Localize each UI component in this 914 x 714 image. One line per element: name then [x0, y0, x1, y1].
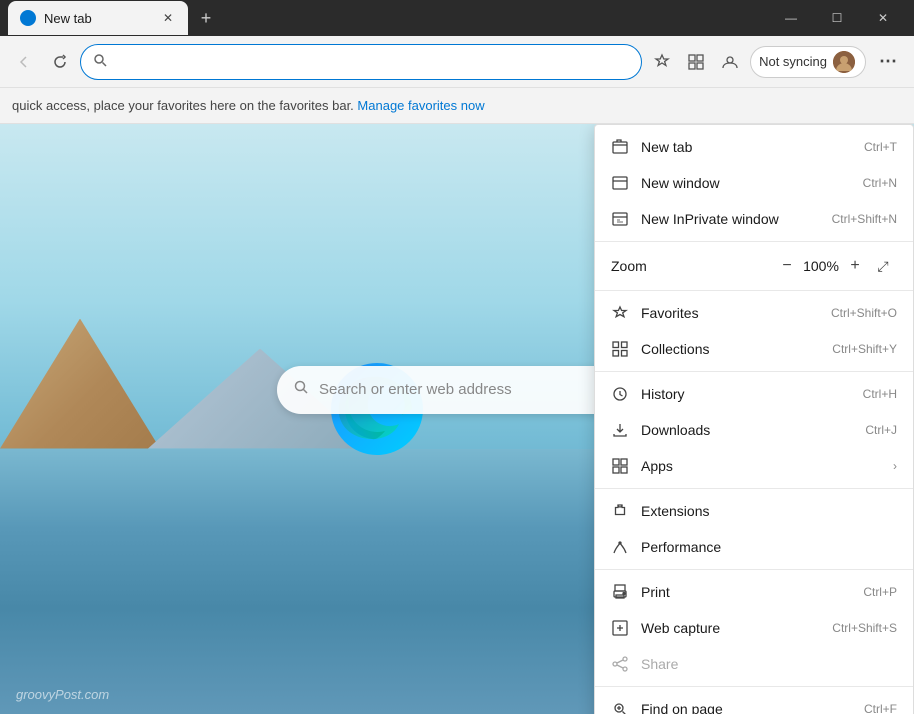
extensions-label: Extensions	[641, 503, 897, 519]
zoom-expand-button[interactable]: ⤢	[869, 252, 897, 280]
collections-shortcut: Ctrl+Shift+Y	[832, 342, 897, 356]
search-box[interactable]: Search or enter web address	[277, 366, 637, 414]
collections-icon	[611, 340, 629, 358]
nav-bar: Not syncing ⋯	[0, 36, 914, 88]
share-icon	[611, 655, 629, 673]
print-icon	[611, 583, 629, 601]
divider-3	[595, 371, 913, 372]
zoom-plus-button[interactable]: +	[841, 252, 869, 280]
favorites-bar-text: quick access, place your favorites here …	[12, 98, 354, 113]
web-capture-label: Web capture	[641, 620, 820, 636]
menu-item-extensions[interactable]: Extensions	[595, 493, 913, 529]
menu-item-new-inprivate[interactable]: New InPrivate window Ctrl+Shift+N	[595, 201, 913, 237]
divider-6	[595, 686, 913, 687]
nav-icons	[646, 46, 746, 78]
favorites-shortcut: Ctrl+Shift+O	[831, 306, 897, 320]
share-label: Share	[641, 656, 897, 672]
apps-arrow: ›	[893, 459, 897, 473]
apps-label: Apps	[641, 458, 869, 474]
menu-item-find-on-page[interactable]: Find on page Ctrl+F	[595, 691, 913, 714]
new-tab-shortcut: Ctrl+T	[864, 140, 897, 154]
menu-item-web-capture[interactable]: Web capture Ctrl+Shift+S	[595, 610, 913, 646]
profile-button[interactable]	[714, 46, 746, 78]
find-on-page-label: Find on page	[641, 701, 852, 714]
menu-item-favorites[interactable]: Favorites Ctrl+Shift+O	[595, 295, 913, 331]
divider-4	[595, 488, 913, 489]
downloads-label: Downloads	[641, 422, 853, 438]
divider-1	[595, 241, 913, 242]
menu-item-print[interactable]: Print Ctrl+P	[595, 574, 913, 610]
minimize-button[interactable]: —	[768, 0, 814, 36]
zoom-label: Zoom	[611, 258, 773, 274]
favorites-label: Favorites	[641, 305, 819, 321]
findonpage-icon	[611, 700, 629, 714]
downloads-icon	[611, 421, 629, 439]
inprivate-icon	[611, 210, 629, 228]
history-shortcut: Ctrl+H	[863, 387, 897, 401]
web-capture-shortcut: Ctrl+Shift+S	[832, 621, 897, 635]
new-window-shortcut: Ctrl+N	[863, 176, 897, 190]
menu-item-collections[interactable]: Collections Ctrl+Shift+Y	[595, 331, 913, 367]
context-menu: New tab Ctrl+T New window Ctrl+N	[594, 124, 914, 714]
tab-favicon	[20, 10, 36, 26]
divider-5	[595, 569, 913, 570]
sync-label: Not syncing	[759, 54, 827, 69]
new-inprivate-label: New InPrivate window	[641, 211, 820, 227]
menu-item-new-tab[interactable]: New tab Ctrl+T	[595, 129, 913, 165]
zoom-value: 100%	[801, 258, 841, 274]
back-button[interactable]	[8, 46, 40, 78]
history-icon	[611, 385, 629, 403]
close-button[interactable]: ✕	[860, 0, 906, 36]
new-inprivate-shortcut: Ctrl+Shift+N	[832, 212, 897, 226]
menu-item-share: Share	[595, 646, 913, 682]
active-tab[interactable]: New tab ✕	[8, 1, 188, 35]
history-label: History	[641, 386, 851, 402]
tab-title: New tab	[44, 11, 152, 26]
avatar	[833, 51, 855, 73]
main-area: Search or enter web address groovyPost.c…	[0, 124, 914, 714]
sync-button[interactable]: Not syncing	[750, 46, 866, 78]
search-icon	[93, 53, 107, 70]
url-input[interactable]	[115, 54, 629, 70]
favorites-bar: quick access, place your favorites here …	[0, 88, 914, 124]
performance-label: Performance	[641, 539, 897, 555]
tab-close-button[interactable]: ✕	[160, 10, 176, 26]
performance-icon	[611, 538, 629, 556]
address-bar[interactable]	[80, 44, 642, 80]
maximize-button[interactable]: ☐	[814, 0, 860, 36]
extensions-icon	[611, 502, 629, 520]
menu-item-new-window[interactable]: New window Ctrl+N	[595, 165, 913, 201]
tab-icon	[611, 138, 629, 156]
new-tab-label: New tab	[641, 139, 852, 155]
title-bar: New tab ✕ + — ☐ ✕	[0, 0, 914, 36]
zoom-row: Zoom − 100% + ⤢	[595, 246, 913, 286]
find-on-page-shortcut: Ctrl+F	[864, 702, 897, 714]
print-shortcut: Ctrl+P	[863, 585, 897, 599]
apps-icon	[611, 457, 629, 475]
menu-item-apps[interactable]: Apps ›	[595, 448, 913, 484]
collections-button[interactable]	[680, 46, 712, 78]
favorites-star-button[interactable]	[646, 46, 678, 78]
webcapture-icon	[611, 619, 629, 637]
new-tab-button[interactable]: +	[192, 4, 220, 32]
manage-favorites-link[interactable]: Manage favorites now	[357, 98, 484, 113]
new-window-label: New window	[641, 175, 851, 191]
search-box-icon	[293, 379, 309, 400]
window-icon	[611, 174, 629, 192]
refresh-button[interactable]	[44, 46, 76, 78]
print-label: Print	[641, 584, 851, 600]
more-button[interactable]: ⋯	[870, 46, 906, 78]
zoom-minus-button[interactable]: −	[773, 252, 801, 280]
window-controls: — ☐ ✕	[768, 0, 906, 36]
search-box-placeholder: Search or enter web address	[319, 381, 512, 398]
collections-label: Collections	[641, 341, 820, 357]
menu-item-performance[interactable]: Performance	[595, 529, 913, 565]
menu-item-downloads[interactable]: Downloads Ctrl+J	[595, 412, 913, 448]
menu-item-history[interactable]: History Ctrl+H	[595, 376, 913, 412]
divider-2	[595, 290, 913, 291]
favorites-icon	[611, 304, 629, 322]
downloads-shortcut: Ctrl+J	[865, 423, 897, 437]
watermark: groovyPost.com	[16, 687, 109, 702]
